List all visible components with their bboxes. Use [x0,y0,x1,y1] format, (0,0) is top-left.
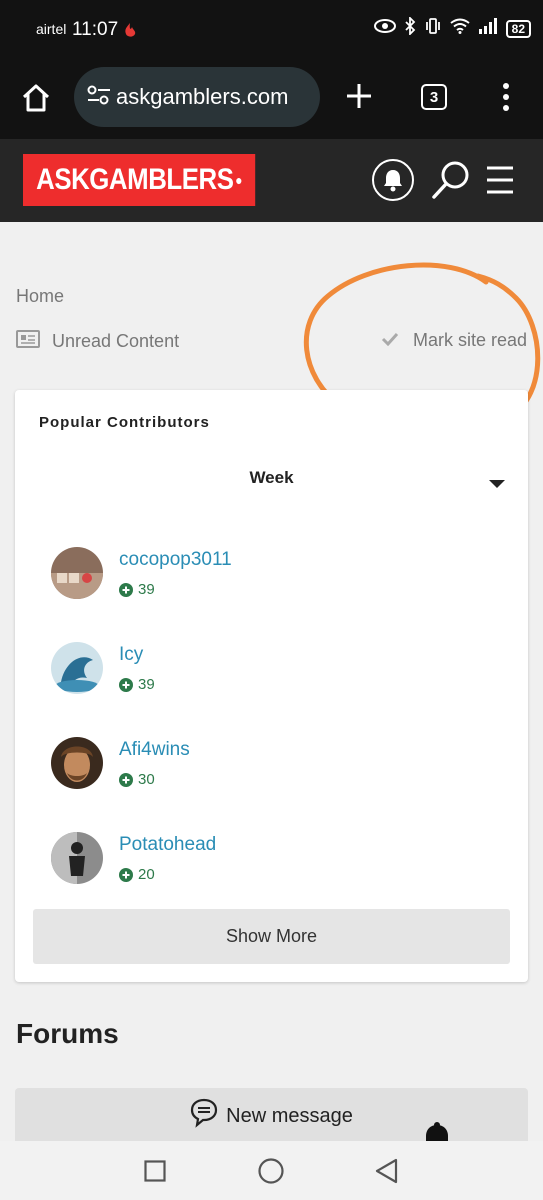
status-bar: airtel 11:07 82 [0,0,543,60]
plus-circle-icon [119,772,133,787]
flame-icon [121,22,139,45]
signal-icon [478,18,498,39]
avatar[interactable] [51,737,103,789]
new-message-label: New message [226,1104,353,1127]
tab-switcher-button[interactable]: 3 [421,84,447,110]
avatar[interactable] [51,832,103,884]
status-icons: 82 [373,15,531,40]
contributor-row[interactable]: Icy 39 [51,642,491,694]
chat-bubble-icon [190,1098,218,1134]
reputation-count: 20 [138,866,155,883]
back-triangle-icon[interactable] [374,1158,398,1189]
home-icon[interactable] [20,82,52,119]
browser-toolbar: askgamblers.com 3 [0,60,543,139]
unread-content-link[interactable]: Unread Content [16,330,179,353]
show-more-button[interactable]: Show More [33,909,510,964]
avatar[interactable] [51,547,103,599]
bluetooth-icon [404,15,416,40]
eye-icon [373,19,396,38]
popular-contributors-card: Popular Contributors Week cocopop3011 39… [15,390,528,982]
reputation: 39 [119,676,155,693]
overflow-menu-icon[interactable] [500,82,512,117]
recents-icon[interactable] [144,1160,166,1187]
newspaper-icon [16,330,40,353]
notifications-bell-icon[interactable] [372,159,414,201]
wifi-icon [450,18,470,39]
unread-content-label: Unread Content [52,331,180,351]
contributor-name[interactable]: Afi4wins [119,739,190,761]
site-header: ASKGAMBLERS ● [0,139,543,222]
address-bar[interactable]: askgamblers.com [74,67,320,127]
card-title: Popular Contributors [39,414,210,431]
contributor-name[interactable]: cocopop3011 [119,549,232,571]
contributor-row[interactable]: Potatohead 20 [51,832,491,884]
reputation-count: 30 [138,771,155,788]
contributor-name[interactable]: Potatohead [119,834,216,856]
carrier-label: airtel [36,21,67,37]
askgamblers-logo[interactable]: ASKGAMBLERS ● [23,154,256,206]
contributor-row[interactable]: Afi4wins 30 [51,737,491,789]
clock: 11:07 [72,19,119,40]
plus-circle-icon [119,867,133,882]
logo-text: ASKGAMBLERS [36,163,234,196]
hamburger-menu-icon[interactable] [485,165,515,200]
new-tab-icon[interactable] [345,82,373,115]
contributor-row[interactable]: cocopop3011 39 [51,547,491,599]
plus-circle-icon [119,677,133,692]
reputation: 39 [119,581,155,598]
plus-circle-icon [119,582,133,597]
system-navigation-bar [0,1141,543,1200]
reputation-count: 39 [138,676,155,693]
period-selector[interactable]: Week [15,468,528,488]
home-circle-icon[interactable] [258,1158,284,1189]
contributor-name[interactable]: Icy [119,644,143,666]
caret-down-icon[interactable] [488,476,506,494]
reputation-count: 39 [138,581,155,598]
vibrate-icon [424,17,442,40]
breadcrumb-home-link[interactable]: Home [16,286,64,307]
url-text: askgamblers.com [116,84,289,109]
search-icon[interactable] [430,159,472,206]
avatar[interactable] [51,642,103,694]
forums-heading: Forums [16,1018,119,1049]
battery-indicator: 82 [505,19,531,38]
reputation: 20 [119,866,155,883]
reputation: 30 [119,771,155,788]
site-settings-icon[interactable] [86,84,112,111]
logo-dot: ● [235,172,243,188]
